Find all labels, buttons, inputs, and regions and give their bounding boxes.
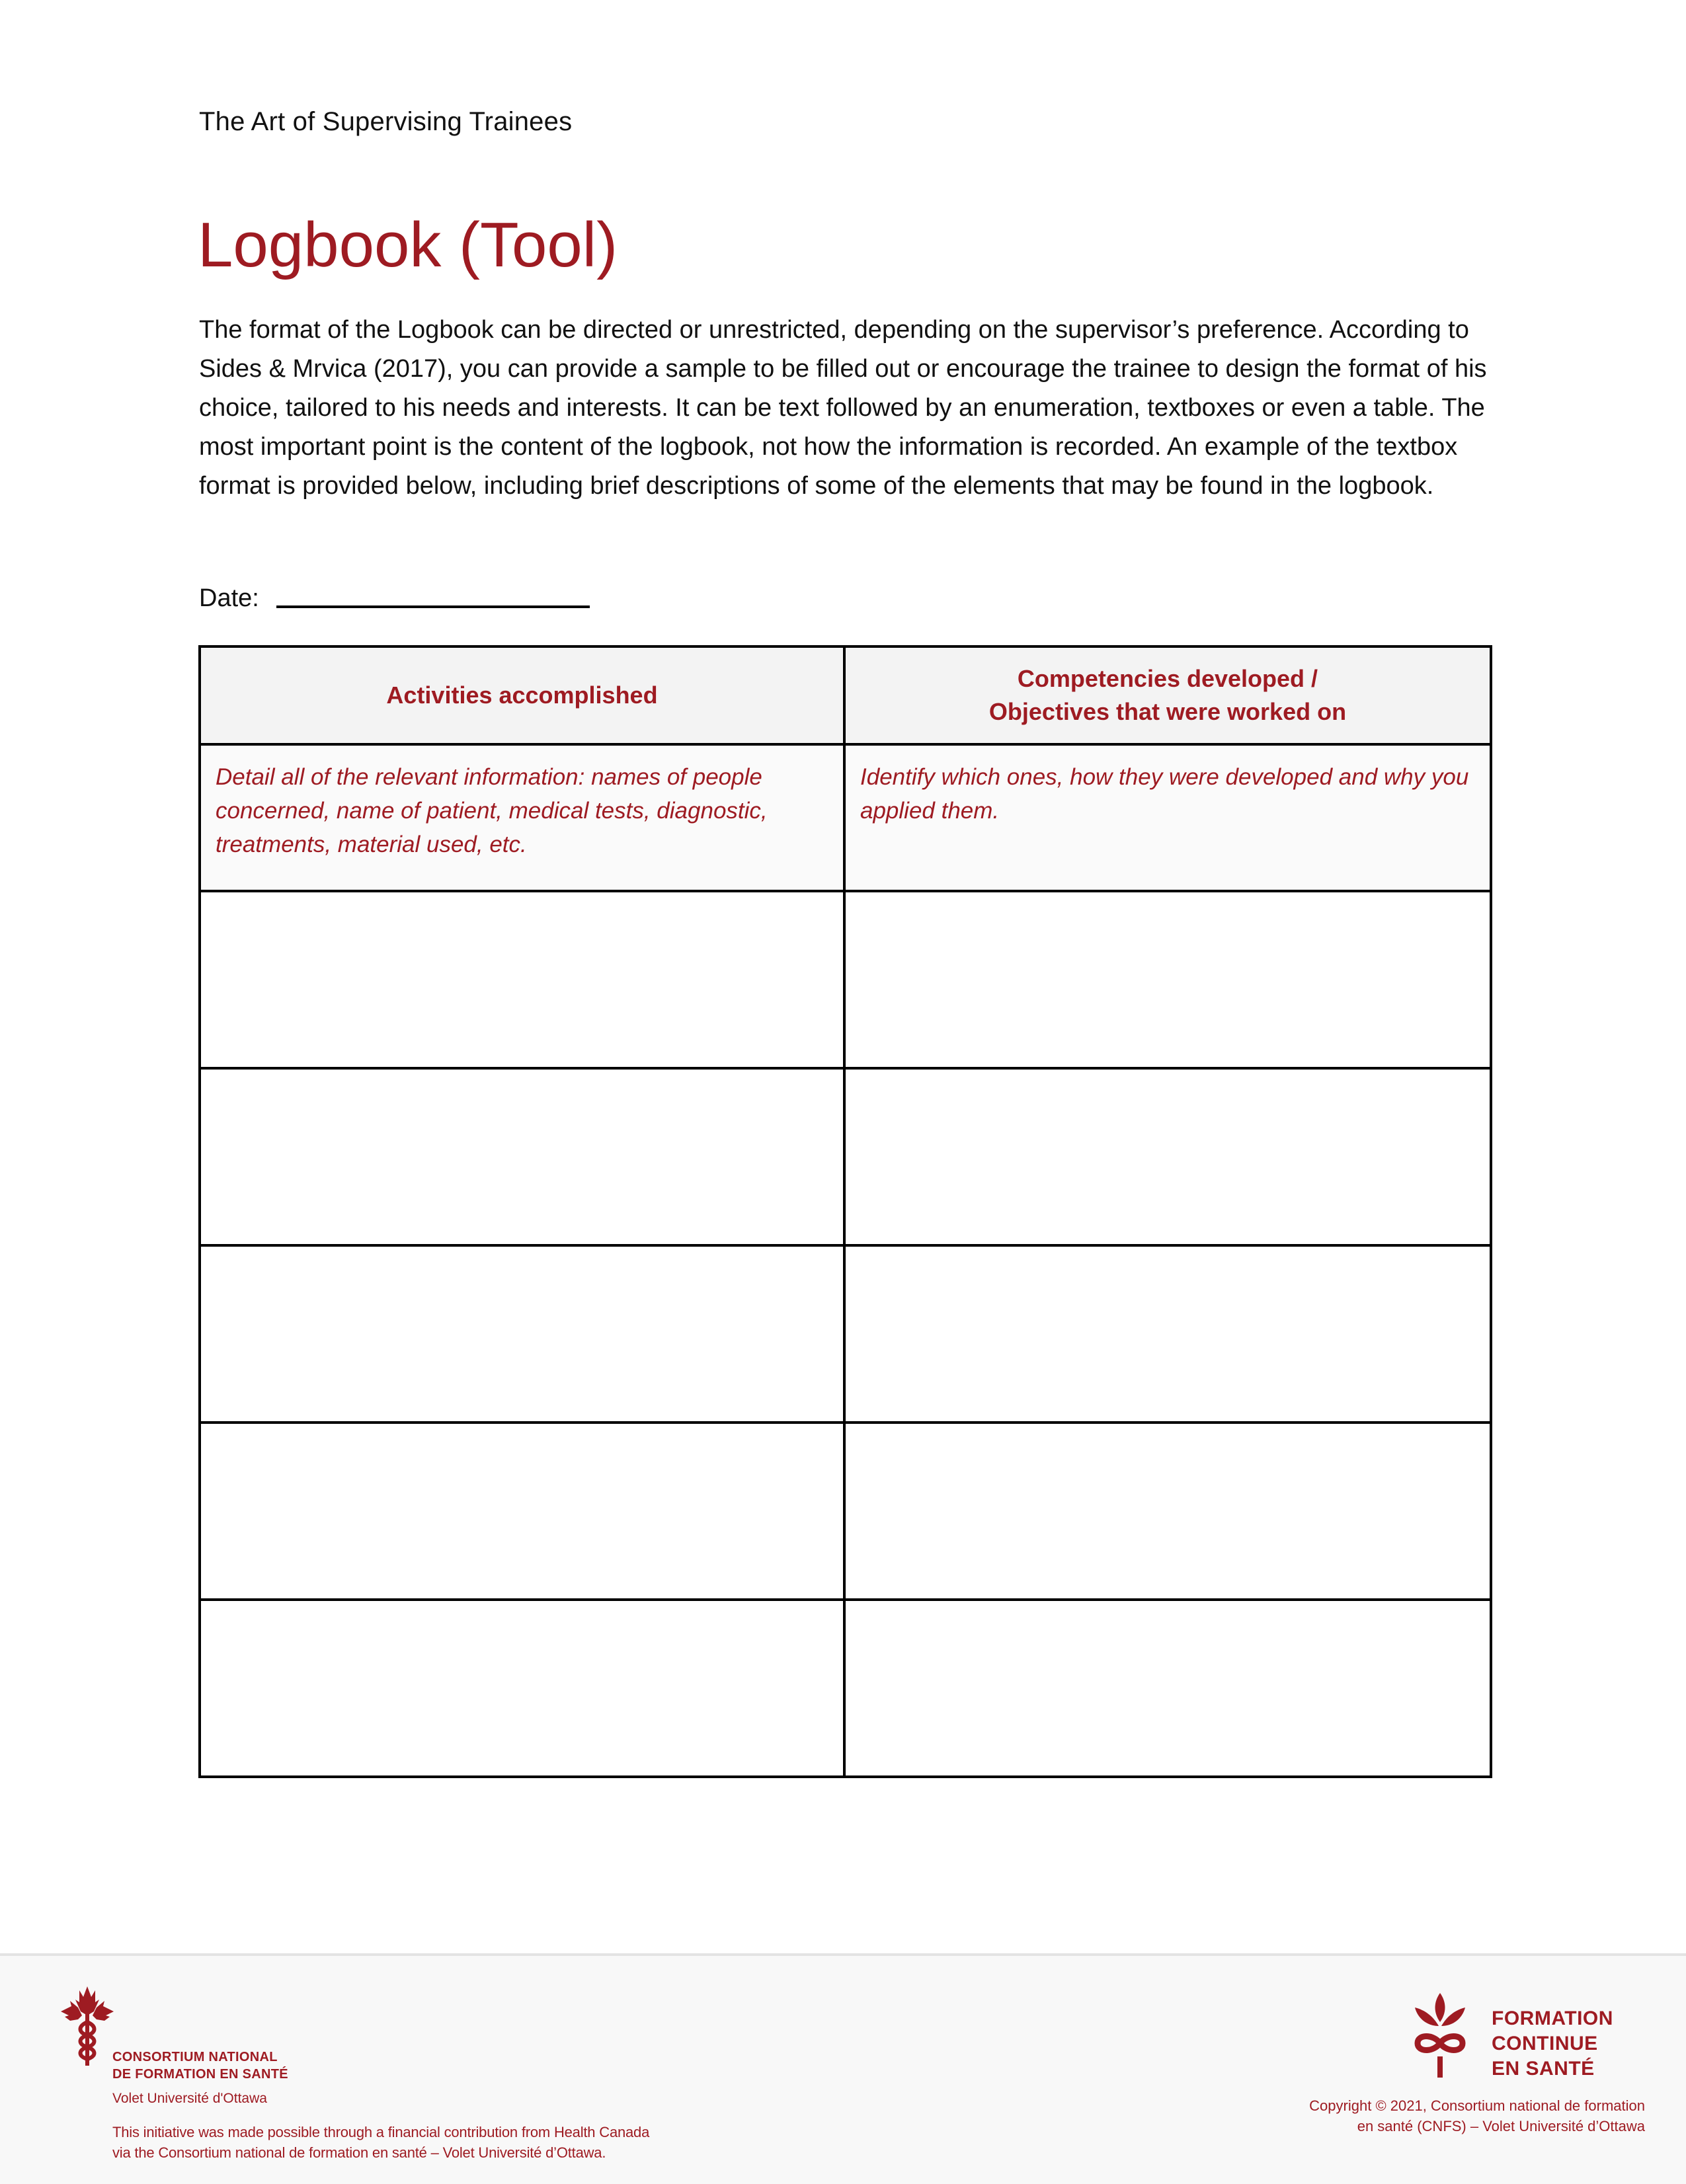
competencies-cell[interactable] xyxy=(843,1244,1492,1424)
running-header: The Art of Supervising Trainees xyxy=(199,107,573,136)
column-header-activities: Activities accomplished xyxy=(198,645,846,746)
competencies-cell[interactable] xyxy=(843,1598,1492,1778)
activities-cell[interactable] xyxy=(198,1244,846,1424)
date-input-line[interactable] xyxy=(276,605,590,608)
date-label: Date: xyxy=(199,584,259,612)
funding-note: This initiative was made possible throug… xyxy=(112,2122,707,2163)
copyright-line: Copyright © 2021, Consortium national de… xyxy=(1309,2097,1645,2114)
fcs-name-line: EN SANTÉ xyxy=(1492,2058,1595,2080)
cnfs-name-line: CONSORTIUM NATIONAL xyxy=(112,2050,278,2064)
competencies-cell[interactable] xyxy=(843,1067,1492,1247)
activities-cell[interactable] xyxy=(198,1598,846,1778)
table-row xyxy=(198,890,1492,1070)
column-header-text: Activities accomplished xyxy=(386,682,658,709)
activities-cell[interactable] xyxy=(198,1067,846,1247)
copyright-line: en santé (CNFS) – Volet Université d’Ott… xyxy=(1357,2118,1645,2134)
cnfs-name: CONSORTIUM NATIONAL DE FORMATION EN SANT… xyxy=(112,2048,288,2083)
cnfs-name-line: DE FORMATION EN SANTÉ xyxy=(112,2067,288,2082)
column-header-competencies: Competencies developed / Objectives that… xyxy=(843,645,1492,746)
intro-paragraph: The format of the Logbook can be directe… xyxy=(199,316,1487,500)
competencies-cell[interactable] xyxy=(843,890,1492,1070)
fcs-name-line: FORMATION xyxy=(1492,2008,1613,2029)
cnfs-subtitle: Volet Université d'Ottawa xyxy=(112,2091,267,2106)
table-row xyxy=(198,1421,1492,1601)
table-row xyxy=(198,1067,1492,1247)
activities-cell[interactable] xyxy=(198,1421,846,1601)
guidance-activities: Detail all of the relevant information: … xyxy=(198,743,846,892)
table-header-row: Activities accomplished Competencies dev… xyxy=(198,645,1492,746)
leaf-infinity-icon xyxy=(1414,1993,1466,2078)
competencies-cell[interactable] xyxy=(843,1421,1492,1601)
activities-cell[interactable] xyxy=(198,890,846,1070)
guidance-competencies: Identify which ones, how they were devel… xyxy=(843,743,1492,892)
funding-line: This initiative was made possible throug… xyxy=(112,2124,650,2140)
formation-continue-name: FORMATION CONTINUE EN SANTÉ xyxy=(1492,2006,1613,2082)
copyright-note: Copyright © 2021, Consortium national de… xyxy=(1309,2095,1645,2136)
page-title: Logbook (Tool) xyxy=(198,210,618,280)
guidance-row: Detail all of the relevant information: … xyxy=(198,743,1492,892)
fcs-name-line: CONTINUE xyxy=(1492,2033,1598,2054)
funding-line: via the Consortium national de formation… xyxy=(112,2144,606,2161)
table-row xyxy=(198,1244,1492,1424)
date-field-row: Date: xyxy=(199,575,590,615)
page-footer: CONSORTIUM NATIONAL DE FORMATION EN SANT… xyxy=(0,1953,1686,2184)
column-header-text: Competencies developed / xyxy=(1017,665,1318,692)
column-header-text: Objectives that were worked on xyxy=(988,698,1347,725)
table-row xyxy=(198,1598,1492,1778)
logbook-table: Activities accomplished Competencies dev… xyxy=(198,645,1492,1778)
